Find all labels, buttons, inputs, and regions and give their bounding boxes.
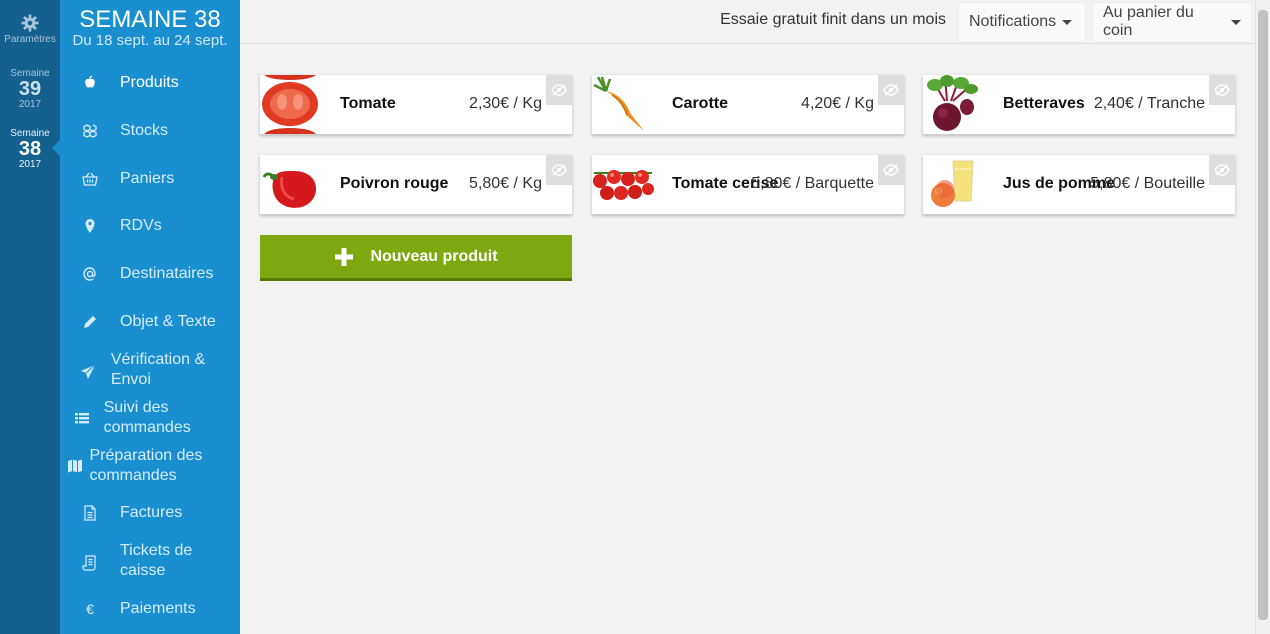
trial-notice: Essaie gratuit finit dans un mois [720, 11, 946, 28]
shop-label: Au panier du coin [1103, 4, 1194, 39]
sidebar-item-factures[interactable]: Factures [60, 503, 240, 523]
sidebar: SEMAINE 38 Du 18 sept. au 24 sept. Produ… [60, 0, 300, 634]
week-range: Du 18 sept. au 24 sept. [72, 32, 228, 49]
sidebar-item-label: Vérification & Envoi [110, 351, 206, 388]
sidebar-item-label: Objet & Texte [120, 313, 216, 330]
paper-plane-icon [80, 364, 96, 379]
map-pin-icon [85, 219, 95, 233]
sidebar-item-suivi-commandes[interactable]: Suivi des commandes [60, 398, 240, 438]
gear-icon [21, 14, 39, 32]
carrot-image [592, 75, 654, 134]
settings-label: Paramètres [4, 34, 56, 45]
boxes-icon [83, 124, 97, 138]
notifications-dropdown[interactable]: Notifications [958, 2, 1086, 42]
sidebar-item-label: Paniers [120, 170, 175, 187]
rail-week-year: 2017 [18, 159, 42, 170]
notifications-label: Notifications [969, 13, 1057, 30]
top-bar: Essaie gratuit finit dans un mois Notifi… [240, 0, 1255, 44]
sidebar-item-label: Produits [120, 74, 179, 91]
sidebar-item-destinataires[interactable]: Destinataires [60, 264, 240, 284]
red-pepper-image [260, 155, 322, 214]
sidebar-item-label: Suivi des commandes [103, 399, 191, 436]
eye-slash-icon [551, 164, 567, 176]
beetroot-image [923, 75, 985, 134]
rail-week-number: 38 [18, 138, 42, 160]
visibility-toggle[interactable] [546, 75, 572, 105]
product-price: 5,80€ / Bouteille [1090, 175, 1205, 192]
scrollbar-thumb[interactable] [1258, 10, 1268, 620]
visibility-toggle[interactable] [546, 155, 572, 185]
visibility-toggle[interactable] [878, 155, 904, 185]
product-price: 5,80€ / Kg [469, 175, 542, 192]
list-icon [74, 413, 89, 424]
sidebar-item-rdvs[interactable]: RDVs [60, 216, 240, 236]
product-card-tomate[interactable]: Tomate 2,30€ / Kg [260, 75, 572, 135]
rail-week-38[interactable]: Semaine 38 2017 [0, 128, 60, 170]
sidebar-item-label: Tickets de caisse [120, 542, 193, 579]
vertical-scrollbar[interactable] [1255, 0, 1270, 634]
product-card-poivron-rouge[interactable]: Poivron rouge 5,80€ / Kg [260, 155, 572, 215]
visibility-toggle[interactable] [1209, 75, 1235, 105]
sidebar-item-tickets-caisse[interactable]: Tickets de caisse [60, 541, 240, 581]
receipt-icon [82, 555, 96, 571]
product-card-tomate-cerise[interactable]: Tomate cerise 5,80€ / Barquette [592, 155, 904, 215]
product-card-carotte[interactable]: Carotte 4,20€ / Kg [592, 75, 904, 135]
pencil-icon [84, 316, 96, 328]
eye-slash-icon [1214, 164, 1230, 176]
sidebar-item-preparation-commandes[interactable]: Préparation des commandes [60, 446, 240, 486]
eye-slash-icon [883, 84, 899, 96]
product-name: Carotte [672, 95, 729, 112]
document-icon [84, 505, 96, 521]
product-name: Poivron rouge [340, 175, 449, 192]
week-rail: Paramètres Semaine 39 2017 Semaine 38 20… [0, 0, 60, 634]
at-icon [83, 267, 96, 281]
rail-week-39[interactable]: Semaine 39 2017 [0, 68, 60, 110]
shop-dropdown[interactable]: Au panier du coin [1092, 2, 1252, 42]
new-product-button[interactable]: Nouveau produit [260, 235, 572, 281]
sidebar-item-label: Factures [120, 504, 183, 521]
sidebar-item-label: RDVs [120, 217, 162, 234]
basket-icon [82, 172, 98, 186]
product-card-betteraves[interactable]: Betteraves 2,40€ / Tranche [923, 75, 1235, 135]
sidebar-item-label: Préparation des commandes [89, 447, 203, 484]
sidebar-item-objet-texte[interactable]: Objet & Texte [60, 312, 240, 332]
rail-week-number: 39 [18, 78, 42, 100]
sidebar-item-paiements[interactable]: € Paiements [60, 599, 240, 619]
eye-slash-icon [1214, 84, 1230, 96]
sidebar-item-stocks[interactable]: Stocks [60, 121, 240, 141]
euro-icon: € [86, 601, 94, 617]
sidebar-item-produits[interactable]: Produits [60, 73, 240, 93]
apple-icon [85, 75, 95, 88]
sidebar-item-paniers[interactable]: Paniers [60, 169, 240, 189]
week-header: SEMAINE 38 Du 18 sept. au 24 sept. [60, 6, 240, 48]
sidebar-item-label: Paiements [120, 600, 196, 617]
product-price: 4,20€ / Kg [801, 95, 874, 112]
cherry-tomatoes-image [592, 155, 654, 214]
visibility-toggle[interactable] [878, 75, 904, 105]
visibility-toggle[interactable] [1209, 155, 1235, 185]
plus-icon [335, 247, 354, 266]
rail-week-year: 2017 [18, 99, 42, 110]
product-price: 2,30€ / Kg [469, 95, 542, 112]
product-card-jus-de-pomme[interactable]: Jus de pomme 5,80€ / Bouteille [923, 155, 1235, 215]
active-week-pointer [52, 140, 60, 156]
product-name: Tomate [340, 95, 396, 112]
settings-button[interactable]: Paramètres [0, 14, 60, 45]
product-price: 5,80€ / Barquette [751, 175, 874, 192]
caret-down-icon [1062, 19, 1073, 25]
product-price: 2,40€ / Tranche [1093, 95, 1205, 112]
map-icon [67, 459, 82, 473]
sidebar-item-label: Destinataires [120, 265, 214, 282]
week-title: SEMAINE 38 [79, 6, 221, 33]
sidebar-item-verification-envoi[interactable]: Vérification & Envoi [60, 350, 240, 390]
eye-slash-icon [551, 84, 567, 96]
eye-slash-icon [883, 164, 899, 176]
caret-down-icon [1231, 19, 1241, 25]
apple-juice-image [923, 155, 985, 214]
new-product-label: Nouveau produit [370, 247, 498, 265]
sidebar-item-label: Stocks [120, 122, 169, 139]
tomato-slices-image [260, 75, 322, 134]
